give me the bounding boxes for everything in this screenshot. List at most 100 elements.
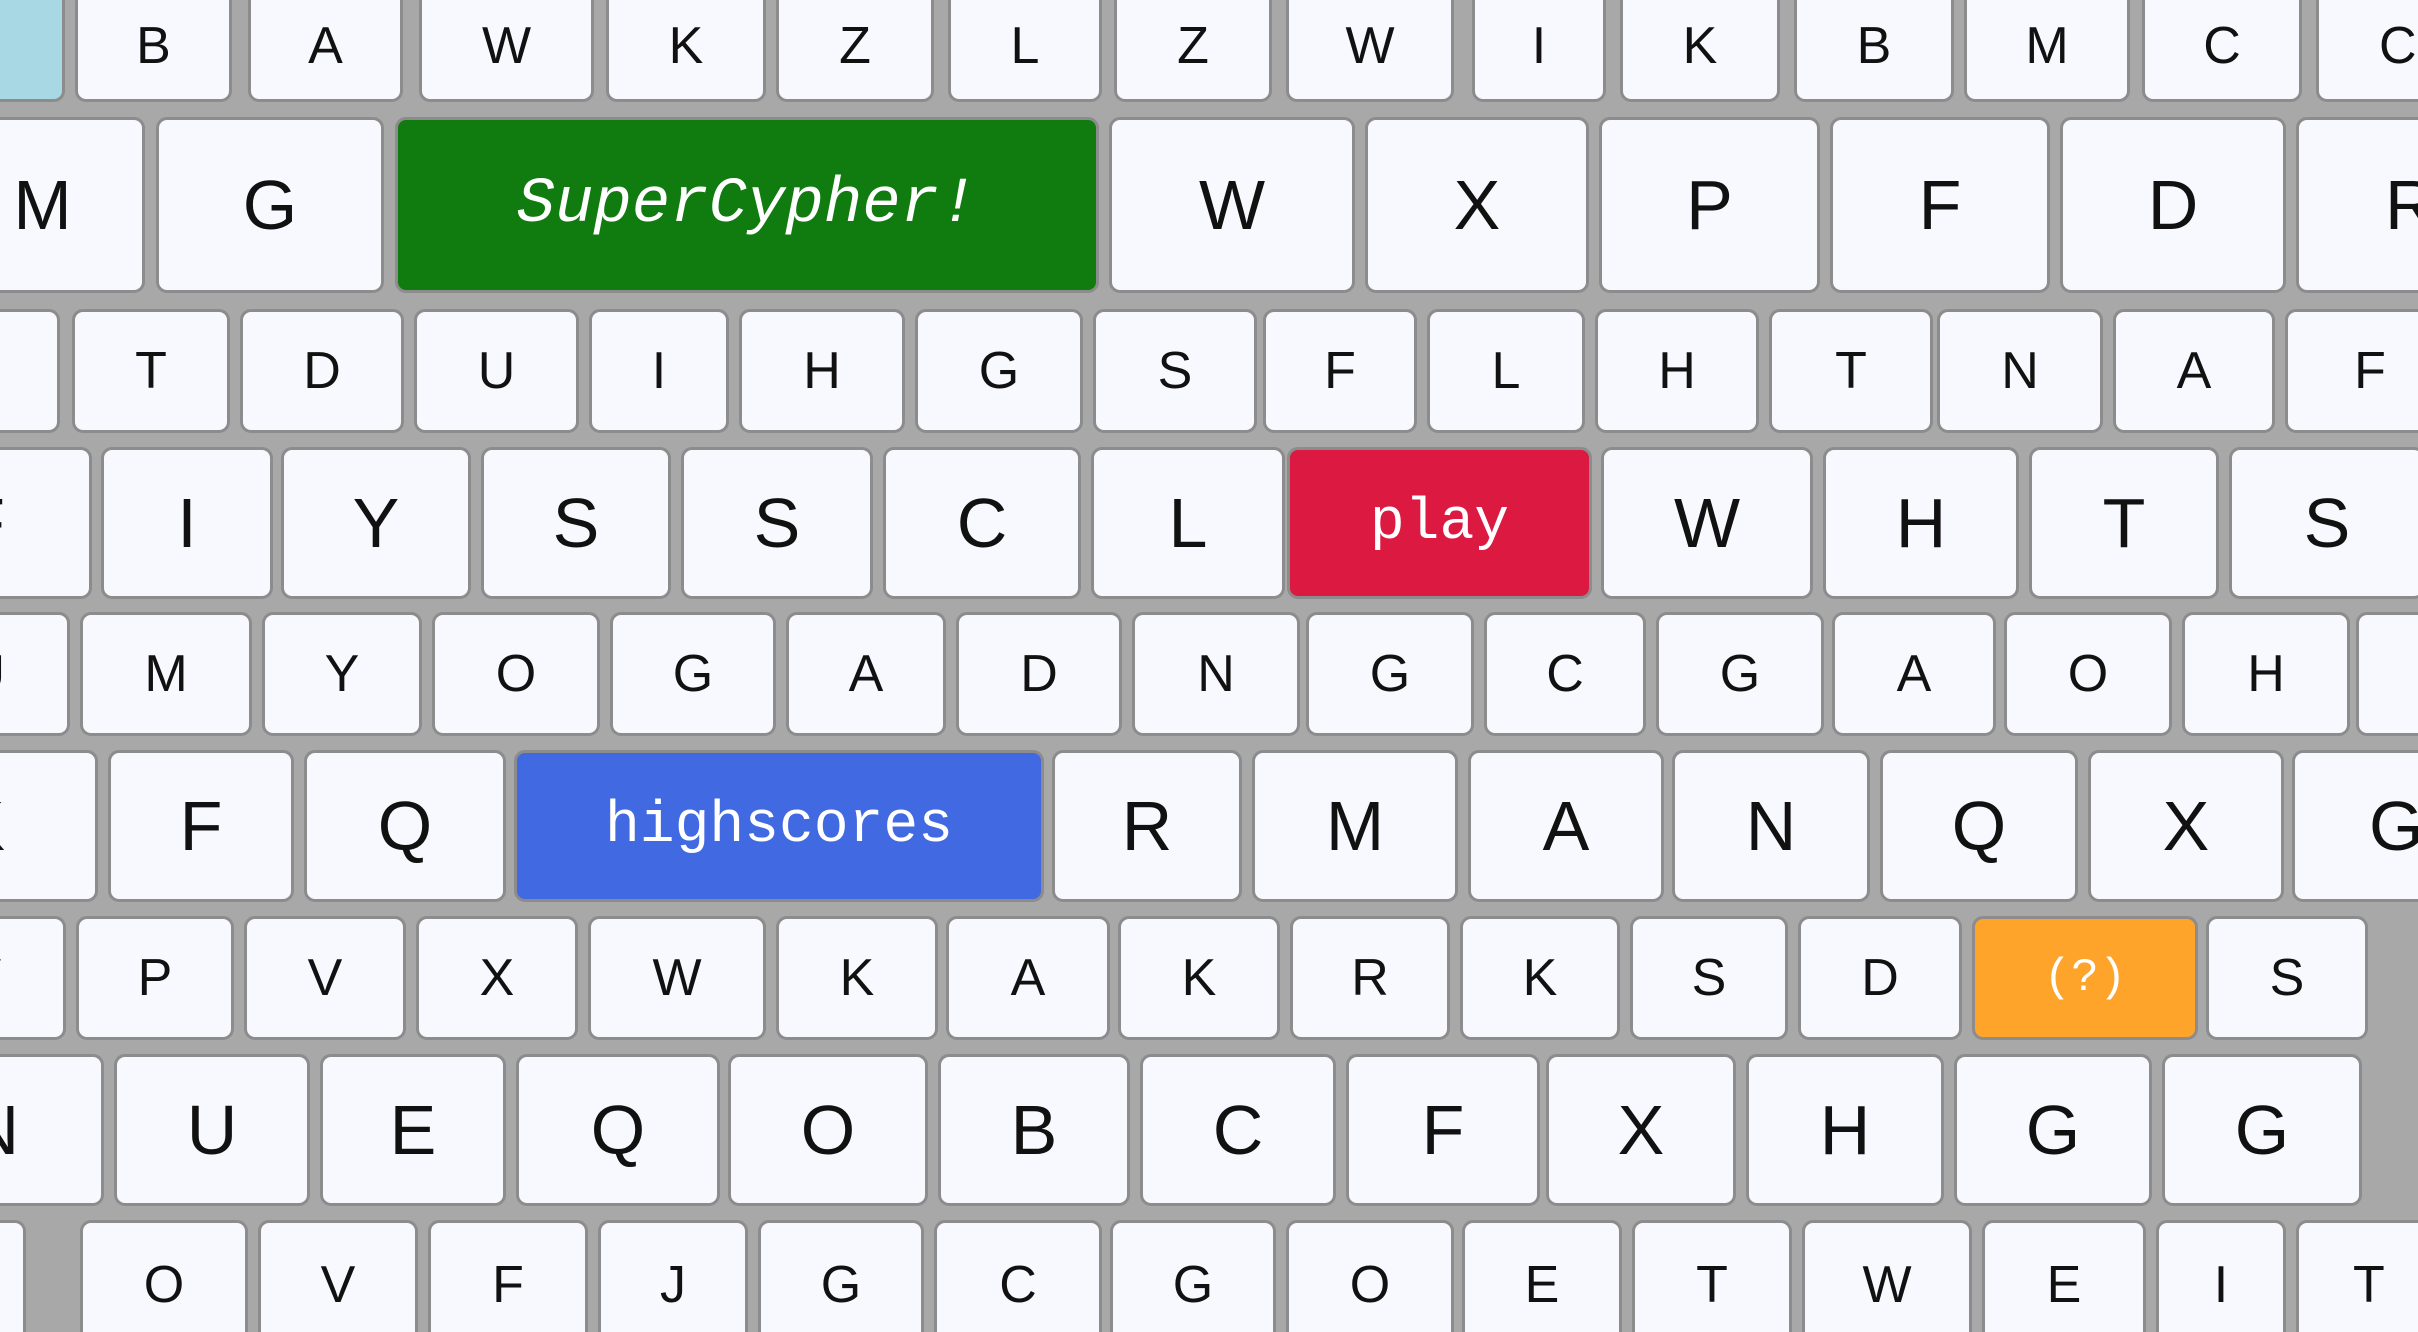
letter-key[interactable]: A [248,0,403,102]
letter-key[interactable]: C [883,447,1081,599]
letter-key[interactable]: A [2113,309,2275,433]
letter-key[interactable]: O [432,612,600,736]
letter-key[interactable]: C [934,1220,1102,1332]
letter-key[interactable]: E [1462,1220,1622,1332]
letter-key[interactable]: I [2156,1220,2286,1332]
letter-key[interactable]: S [2229,447,2418,599]
letter-key[interactable]: Z [776,0,934,102]
letter-key[interactable]: V [244,916,406,1040]
letter-key[interactable]: I [589,309,729,433]
letter-key[interactable]: J [598,1220,748,1332]
letter-key[interactable]: X [416,916,578,1040]
letter-key[interactable]: S [681,447,873,599]
letter-key[interactable]: G [2162,1054,2362,1206]
letter-key[interactable]: K [1118,916,1280,1040]
letter-key[interactable]: R [1052,750,1242,902]
letter-key[interactable]: S [2206,916,2368,1040]
letter-key[interactable]: D [1798,916,1962,1040]
letter-key[interactable]: Q [304,750,506,902]
letter-key[interactable]: N [1132,612,1300,736]
letter-key[interactable]: R [2296,117,2418,293]
letter-key[interactable]: F [1263,309,1417,433]
letter-key[interactable]: T [2296,1220,2418,1332]
letter-key[interactable]: H [739,309,905,433]
letter-key[interactable]: F [1830,117,2050,293]
letter-key[interactable]: S [481,447,671,599]
letter-key[interactable]: G [1306,612,1474,736]
letter-key[interactable]: H [2182,612,2350,736]
letter-key[interactable]: Y [281,447,471,599]
letter-key[interactable]: S [1093,309,1257,433]
letter-key[interactable]: C [1484,612,1646,736]
letter-key[interactable]: W [588,916,766,1040]
letter-key[interactable]: M [0,117,145,293]
letter-key[interactable]: F [108,750,294,902]
letter-key[interactable]: B [938,1054,1130,1206]
letter-key[interactable] [2356,612,2418,736]
letter-key[interactable]: H [1595,309,1759,433]
letter-key[interactable]: K [606,0,766,102]
letter-key[interactable]: X [1365,117,1589,293]
letter-key[interactable]: P [1599,117,1820,293]
letter-key[interactable]: T [1769,309,1933,433]
letter-key[interactable]: K [1620,0,1780,102]
letter-key[interactable]: G [758,1220,924,1332]
letter-key[interactable]: G [1954,1054,2152,1206]
letter-key[interactable]: A [946,916,1110,1040]
letter-key[interactable]: C [2316,0,2418,102]
letter-key[interactable]: T [72,309,230,433]
letter-key[interactable]: G [2292,750,2418,902]
title-button[interactable]: SuperCypher! [395,117,1099,293]
letter-key[interactable]: W [1802,1220,1972,1332]
highscores-button[interactable]: highscores [514,750,1044,902]
letter-key[interactable]: Z [1114,0,1272,102]
letter-key[interactable]: W [1601,447,1813,599]
letter-key[interactable]: D [2060,117,2286,293]
letter-key[interactable]: L [1427,309,1585,433]
letter-key[interactable]: W [419,0,594,102]
letter-key[interactable]: G [1110,1220,1276,1332]
letter-key[interactable]: O [728,1054,928,1206]
letter-key[interactable]: O [2004,612,2172,736]
letter-key[interactable]: K [776,916,938,1040]
letter-key[interactable]: N [1672,750,1870,902]
letter-key[interactable]: K [1460,916,1620,1040]
letter-key[interactable]: I [101,447,273,599]
letter-key[interactable]: O [80,1220,248,1332]
letter-key[interactable]: C [2142,0,2302,102]
letter-key[interactable]: A [1832,612,1996,736]
letter-key[interactable]: Y [262,612,422,736]
letter-key[interactable]: N [0,1054,104,1206]
letter-key[interactable]: F [428,1220,588,1332]
letter-key[interactable]: A [786,612,946,736]
letter-key[interactable]: B [1794,0,1954,102]
letter-key[interactable]: E [320,1054,506,1206]
letter-key[interactable]: A [1468,750,1664,902]
help-button[interactable]: (?) [1972,916,2198,1040]
letter-key[interactable]: N [1937,309,2103,433]
letter-key[interactable]: W [1109,117,1355,293]
letter-key[interactable]: P [76,916,234,1040]
letter-key[interactable]: F [2285,309,2418,433]
letter-key[interactable]: K [0,750,98,902]
letter-key[interactable]: H [1823,447,2019,599]
letter-key[interactable] [0,309,60,433]
letter-key[interactable]: C [1140,1054,1336,1206]
letter-key[interactable]: G [915,309,1083,433]
letter-key[interactable]: F [0,447,92,599]
letter-key[interactable]: U [0,612,70,736]
letter-key[interactable]: M [1964,0,2130,102]
letter-key[interactable]: U [414,309,579,433]
letter-key[interactable]: D [240,309,404,433]
letter-key[interactable]: M [80,612,252,736]
letter-key[interactable]: I [0,1220,26,1332]
letter-key[interactable]: S [1630,916,1788,1040]
letter-key[interactable]: T [2029,447,2219,599]
letter-key[interactable]: G [1656,612,1824,736]
letter-key[interactable]: W [1286,0,1454,102]
letter-key[interactable]: D [956,612,1122,736]
letter-key[interactable]: F [1346,1054,1540,1206]
letter-key[interactable]: Q [516,1054,720,1206]
letter-key[interactable]: V [258,1220,418,1332]
letter-key[interactable]: T [1632,1220,1792,1332]
